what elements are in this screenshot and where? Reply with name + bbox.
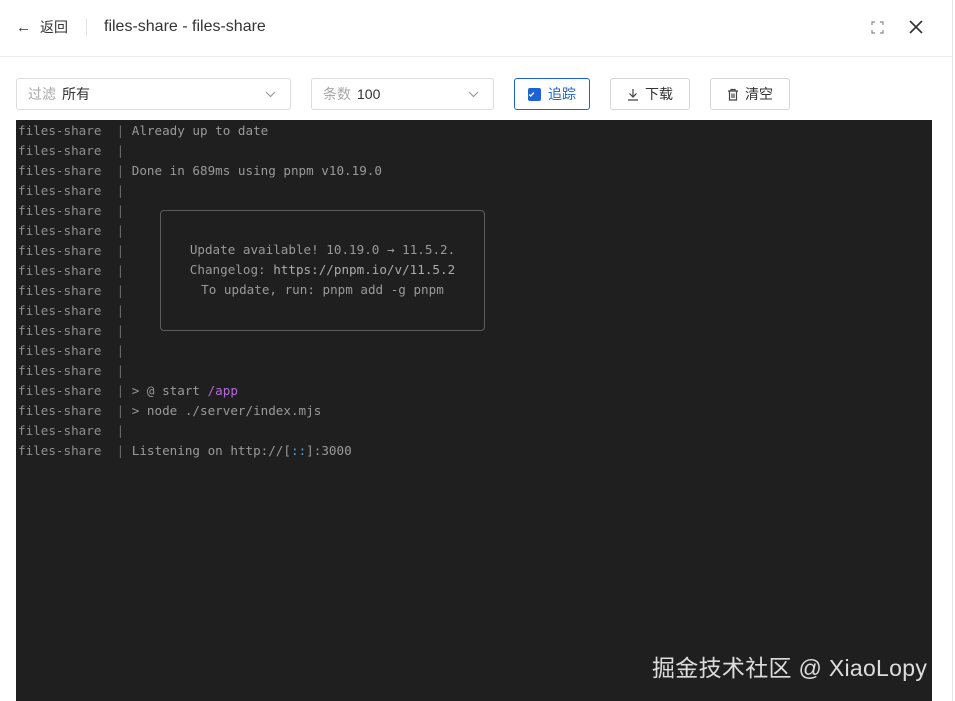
log-line-prefix: files-share — [18, 263, 117, 278]
log-line-highlight: /app — [207, 383, 238, 398]
log-line-prefix: files-share — [18, 443, 117, 458]
log-line-prefix: files-share — [18, 183, 117, 198]
log-line-separator: | — [116, 323, 132, 338]
log-line-prefix: files-share — [18, 343, 117, 358]
fullscreen-icon[interactable] — [870, 20, 885, 35]
log-line-prefix: files-share — [18, 283, 117, 298]
log-line-separator: | — [116, 223, 132, 238]
log-line-separator: | — [116, 303, 132, 318]
log-line: files-share | > @ start /app — [18, 381, 238, 401]
dialog-title: files-share - files-share — [104, 18, 266, 35]
log-line-highlight: :: — [290, 443, 307, 458]
log-line: files-share | — [18, 421, 132, 441]
log-line-prefix: files-share — [18, 223, 117, 238]
log-line-separator: | — [116, 163, 132, 178]
changelog-line: Changelog: https://pnpm.io/v/11.5.2 — [161, 260, 484, 280]
log-line: files-share | — [18, 261, 132, 281]
filter-select-value: 所有 — [62, 86, 90, 102]
filter-select-prefix: 过滤 — [28, 86, 56, 102]
download-icon — [628, 88, 638, 101]
log-line-separator: | — [116, 203, 132, 218]
log-line-separator: | — [116, 123, 132, 138]
back-label: 返回 — [40, 19, 68, 35]
chevron-down-icon — [468, 91, 479, 98]
log-line: files-share | Listening on http://[::]:3… — [18, 441, 352, 461]
log-line: files-share | Already up to date — [18, 121, 268, 141]
count-select[interactable]: 条数 100 — [311, 78, 494, 110]
log-line-prefix: files-share — [18, 363, 117, 378]
log-line-prefix: files-share — [18, 383, 117, 398]
close-icon[interactable] — [906, 17, 926, 37]
log-line-text: Done in 689ms using pnpm v10.19.0 — [131, 163, 382, 178]
log-line-text: > node ./server/index.mjs — [131, 403, 322, 418]
log-line-prefix: files-share — [18, 323, 117, 338]
log-line: files-share | — [18, 181, 132, 201]
log-line-prefix: files-share — [18, 423, 117, 438]
log-line-text: Listening on http://[ — [131, 443, 291, 458]
log-line-prefix: files-share — [18, 403, 117, 418]
header-divider — [86, 18, 87, 36]
log-line-text: > @ start — [131, 383, 208, 398]
log-line-separator: | — [116, 183, 132, 198]
dialog-right-border — [952, 0, 953, 701]
clear-button[interactable]: 清空 — [710, 78, 790, 110]
log-line: files-share | — [18, 141, 132, 161]
log-line: files-share | — [18, 241, 132, 261]
back-button[interactable]: ← 返回 — [16, 17, 68, 37]
log-line-separator: | — [116, 443, 132, 458]
log-line-prefix: files-share — [18, 123, 117, 138]
trash-icon — [728, 88, 738, 101]
update-available-text: Update available! 10.19.0 → 11.5.2. — [189, 242, 456, 257]
log-line: files-share | — [18, 221, 132, 241]
log-line: files-share | — [18, 301, 132, 321]
log-line-prefix: files-share — [18, 243, 117, 258]
log-line-separator: | — [116, 143, 132, 158]
clear-label: 清空 — [745, 86, 773, 102]
log-line-prefix: files-share — [18, 143, 117, 158]
log-line-prefix: files-share — [18, 203, 117, 218]
changelog-label: Changelog: — [189, 262, 274, 277]
log-line: files-share | — [18, 361, 132, 381]
log-line-prefix: files-share — [18, 303, 117, 318]
changelog-link[interactable]: https://pnpm.io/v/11.5.2 — [273, 262, 455, 277]
log-line-separator: | — [116, 283, 132, 298]
download-button[interactable]: 下载 — [610, 78, 690, 110]
log-line: files-share | — [18, 201, 132, 221]
update-notice-box: Update available! 10.19.0 → 11.5.2. Chan… — [160, 210, 485, 331]
log-line-separator: | — [116, 423, 132, 438]
log-terminal[interactable]: files-share | Already up to date files-sh… — [16, 120, 932, 701]
log-line-prefix: files-share — [18, 163, 117, 178]
checkbox-checked-icon — [528, 87, 541, 101]
log-line: files-share | — [18, 341, 132, 361]
follow-label: 追踪 — [548, 86, 576, 102]
count-select-prefix: 条数 — [323, 86, 351, 102]
log-line-text: Already up to date — [131, 123, 269, 138]
log-line-separator: | — [116, 343, 132, 358]
log-line: files-share | > node ./server/index.mjs — [18, 401, 321, 421]
log-line-separator: | — [116, 403, 132, 418]
log-line-separator: | — [116, 383, 132, 398]
download-label: 下载 — [645, 86, 673, 102]
log-line: files-share | — [18, 321, 132, 341]
dialog-header: ← 返回 files-share - files-share — [0, 0, 953, 57]
log-line-separator: | — [116, 243, 132, 258]
log-line: files-share | Done in 689ms using pnpm v… — [18, 161, 382, 181]
log-line-separator: | — [116, 363, 132, 378]
log-line: files-share | — [18, 281, 132, 301]
watermark: 掘金技术社区 @ XiaoLopy — [652, 655, 928, 681]
update-command-text: To update, run: pnpm add -g pnpm — [201, 282, 444, 297]
count-select-value: 100 — [357, 86, 381, 102]
log-line-separator: | — [116, 263, 132, 278]
follow-toggle-button[interactable]: 追踪 — [514, 78, 590, 110]
filter-select[interactable]: 过滤 所有 — [16, 78, 291, 110]
arrow-left-icon: ← — [16, 18, 31, 36]
chevron-down-icon — [265, 91, 276, 98]
log-line-suffix: ]:3000 — [306, 443, 352, 458]
